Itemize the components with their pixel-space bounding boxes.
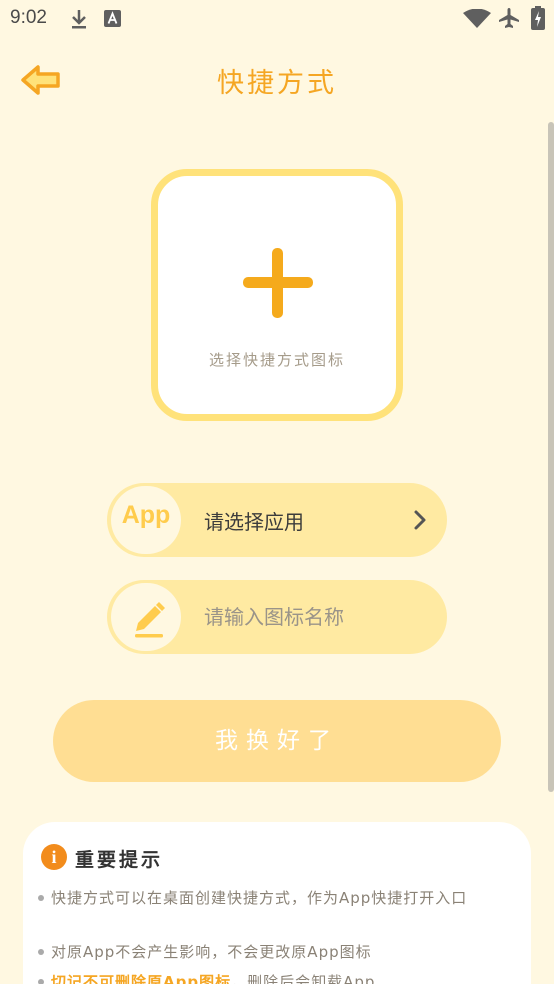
app-select-button[interactable]: App 请选择应用 xyxy=(107,483,447,557)
wifi-icon xyxy=(463,9,491,28)
a-notification-icon xyxy=(104,10,121,27)
submit-button[interactable]: 我换好了 xyxy=(53,700,501,782)
header: 快捷方式 xyxy=(0,56,554,104)
download-icon xyxy=(72,10,86,29)
icon-picker-button[interactable]: 选择快捷方式图标 xyxy=(151,169,403,421)
status-time: 9:02 xyxy=(10,7,47,28)
tip-item: 对原App不会产生影响，不会更改原App图标 xyxy=(38,940,511,964)
pencil-icon xyxy=(135,602,165,638)
icon-name-field xyxy=(107,580,447,654)
icon-picker-label: 选择快捷方式图标 xyxy=(208,351,345,369)
info-icon: i xyxy=(41,844,67,870)
icon-name-input[interactable] xyxy=(204,600,424,634)
app-badge: App xyxy=(121,501,171,529)
tips-card: i 重要提示 快捷方式可以在桌面创建快捷方式，作为App快捷打开入口 对原App… xyxy=(23,822,531,984)
status-bar: 9:02 xyxy=(0,0,554,38)
plus-icon xyxy=(243,248,313,318)
pencil-icon-circle xyxy=(111,583,181,651)
airplane-icon xyxy=(499,8,519,28)
tip-warning: 切记不可删除原App图标，删除后会卸载App xyxy=(38,970,511,984)
battery-charging-icon xyxy=(531,6,545,30)
page-title: 快捷方式 xyxy=(217,68,337,99)
app-badge-circle: App xyxy=(111,486,181,554)
chevron-right-icon xyxy=(414,510,426,530)
tip-item: 快捷方式可以在桌面创建快捷方式，作为App快捷打开入口 xyxy=(38,886,511,910)
tips-title: 重要提示 xyxy=(75,849,164,871)
tip-warning-rest: ，删除后会卸载App xyxy=(231,973,376,984)
scrollbar[interactable] xyxy=(548,122,554,792)
tip-warning-highlight: 切记不可删除原App图标 xyxy=(51,973,232,984)
app-select-label: 请选择应用 xyxy=(204,510,304,534)
